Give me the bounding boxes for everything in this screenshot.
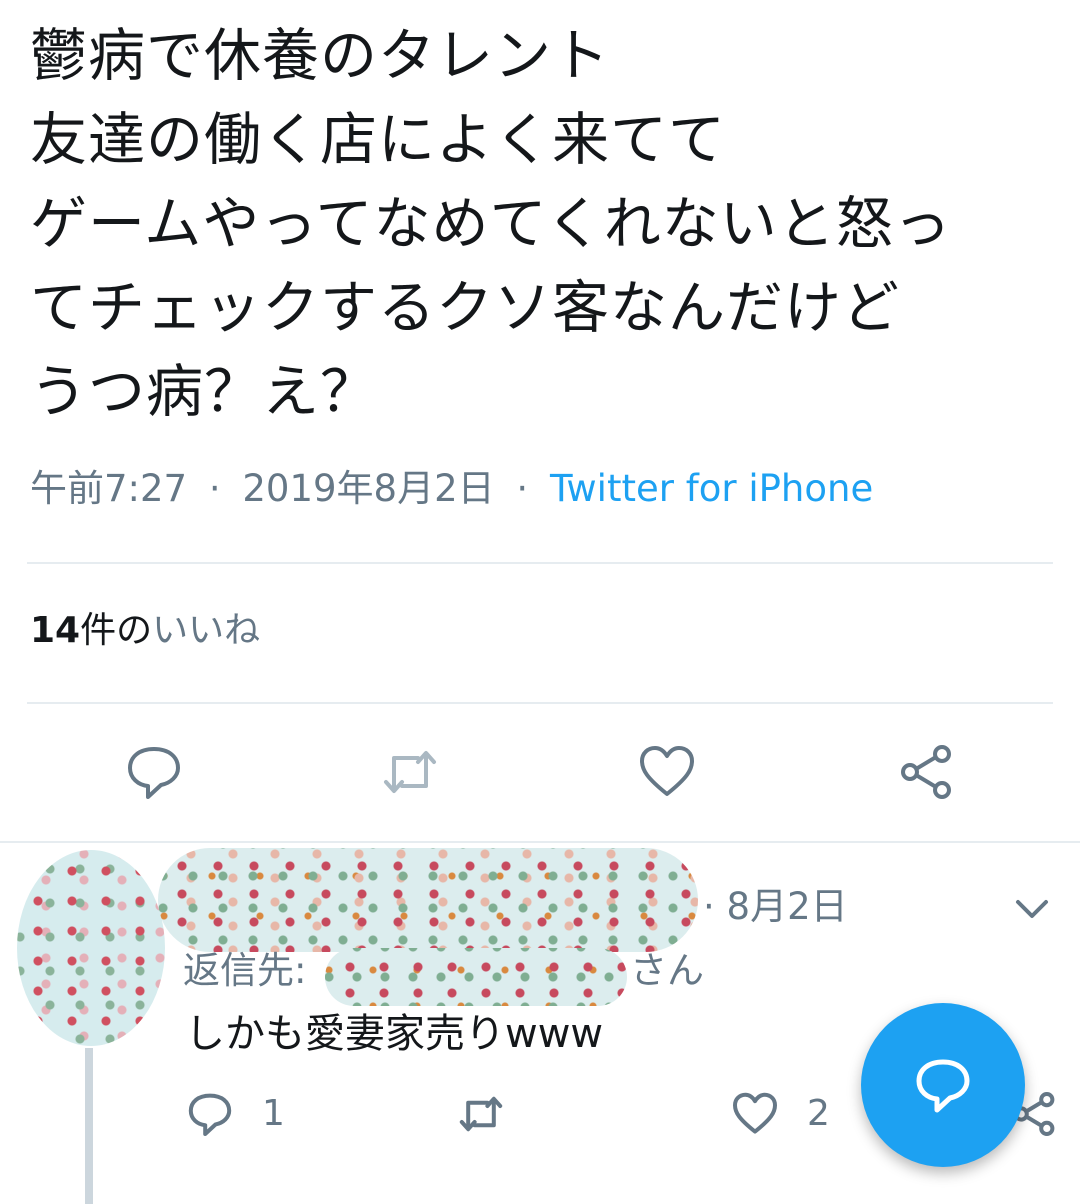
like-count: 2 bbox=[807, 1093, 830, 1134]
reply-text: しかも愛妻家売りwww bbox=[185, 1011, 604, 1057]
divider bbox=[27, 562, 1053, 564]
meta-separator: · bbox=[208, 467, 221, 510]
reply-to-label: 返信先: bbox=[183, 949, 307, 992]
tweet-text: 鬱病で休養のタレント 友達の働く店によく来てて ゲームやってなめてくれないと怒っ… bbox=[30, 23, 952, 425]
likes-unit: 件の bbox=[80, 610, 153, 651]
reply-icon[interactable] bbox=[186, 1090, 234, 1138]
likes-summary[interactable]: 14件のいいね bbox=[30, 604, 260, 658]
tweet-date: 2019年8月2日 bbox=[242, 467, 495, 510]
tweet-source-link[interactable]: Twitter for iPhone bbox=[550, 467, 873, 510]
redacted-username bbox=[158, 848, 698, 952]
retweet-icon[interactable] bbox=[457, 1090, 505, 1138]
section-divider bbox=[0, 841, 1080, 843]
likes-label: いいね bbox=[152, 610, 261, 651]
heart-icon[interactable] bbox=[637, 742, 697, 802]
likes-count: 14 bbox=[30, 610, 81, 651]
reply-count: 1 bbox=[262, 1093, 285, 1134]
tweet-meta: 午前7:27 · 2019年8月2日 · Twitter for iPhone bbox=[30, 462, 873, 516]
reply-icon bbox=[913, 1055, 973, 1115]
heart-icon[interactable] bbox=[731, 1090, 779, 1138]
reply-date: · 8月2日 bbox=[703, 885, 848, 928]
reply-icon[interactable] bbox=[124, 742, 184, 802]
divider bbox=[27, 702, 1053, 704]
share-icon[interactable] bbox=[896, 742, 956, 802]
reply-to-suffix: さん bbox=[630, 949, 704, 992]
meta-separator: · bbox=[516, 467, 529, 510]
thread-line bbox=[85, 1048, 93, 1204]
avatar[interactable] bbox=[17, 850, 165, 1046]
retweet-icon[interactable] bbox=[380, 742, 440, 802]
redacted-handle[interactable] bbox=[325, 948, 627, 1006]
tweet-time: 午前7:27 bbox=[30, 467, 188, 510]
compose-reply-button[interactable] bbox=[861, 1003, 1025, 1167]
chevron-down-icon[interactable] bbox=[1012, 894, 1052, 924]
